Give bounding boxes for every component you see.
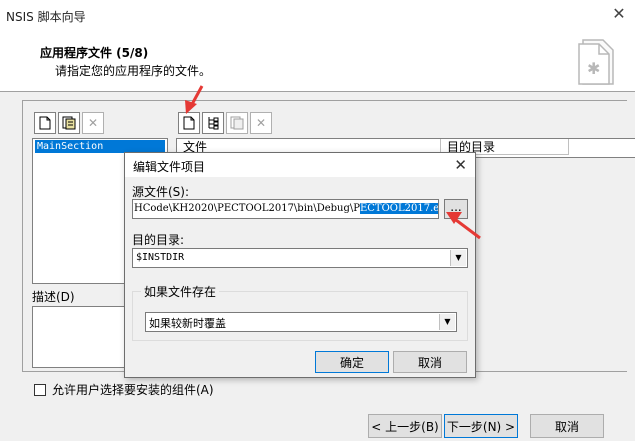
- source-path-text: HCode\KH2020\PECTOOL2017\bin\Debug\P: [134, 203, 360, 214]
- dialog-close-icon[interactable]: ✕: [454, 156, 467, 174]
- dialog-title: 编辑文件项目: [133, 160, 206, 174]
- close-icon[interactable]: ✕: [611, 6, 627, 22]
- new-section-icon[interactable]: [34, 112, 56, 134]
- if-file-exists-group: 如果文件存在 如果较新时覆盖 ▼: [132, 283, 468, 341]
- wizard-doc-icon: ✱: [578, 39, 614, 85]
- description-box: [32, 306, 128, 368]
- delete-icon[interactable]: ✕: [82, 112, 104, 134]
- source-file-input[interactable]: HCode\KH2020\PECTOOL2017\bin\Debug\PECTO…: [132, 199, 439, 219]
- edit-file-dialog: 编辑文件项目 ✕ 源文件(S): HCode\KH2020\PECTOOL201…: [124, 152, 476, 378]
- ok-button[interactable]: 确定: [315, 351, 389, 373]
- overwrite-combo[interactable]: 如果较新时覆盖 ▼: [145, 312, 457, 332]
- dialog-title-bar: 编辑文件项目 ✕: [125, 153, 475, 177]
- browse-button[interactable]: ...: [444, 199, 468, 219]
- window-title: NSIS 脚本向导: [6, 10, 86, 24]
- dialog-cancel-button[interactable]: 取消: [393, 351, 467, 373]
- chevron-down-icon[interactable]: ▼: [450, 250, 466, 266]
- description-label: 描述(D): [32, 290, 75, 304]
- svg-text:✱: ✱: [587, 59, 600, 78]
- back-button[interactable]: < 上一步(B): [368, 414, 442, 438]
- destination-label: 目的目录:: [132, 233, 185, 247]
- title-bar: NSIS 脚本向导 ✕: [0, 0, 635, 30]
- checkbox-box[interactable]: [34, 383, 46, 396]
- new-subsection-icon[interactable]: [58, 112, 80, 134]
- allow-select-checkbox[interactable]: 允许用户选择要安装的组件(A): [34, 381, 214, 398]
- add-directory-icon[interactable]: [202, 112, 224, 134]
- wizard-header: 应用程序文件 (5/8) 请指定您的应用程序的文件。 ✱: [0, 30, 635, 92]
- chevron-down-icon[interactable]: ▼: [439, 314, 455, 330]
- delete-file-icon[interactable]: ✕: [250, 112, 272, 134]
- overwrite-value: 如果较新时覆盖: [149, 317, 226, 330]
- destination-value: $INSTDIR: [136, 252, 185, 263]
- page-title: 应用程序文件 (5/8): [40, 46, 149, 60]
- group-label: 如果文件存在: [141, 283, 220, 300]
- add-file-icon[interactable]: [178, 112, 200, 134]
- source-path-selection: ECTOOL2017.exe: [359, 203, 438, 214]
- section-toolbar: ✕: [34, 112, 104, 134]
- cancel-button[interactable]: 取消: [530, 414, 604, 438]
- allow-select-label: 允许用户选择要安装的组件(A): [52, 383, 214, 397]
- file-toolbar: ✕: [178, 112, 272, 134]
- destination-combo[interactable]: $INSTDIR ▼: [132, 248, 468, 268]
- next-button[interactable]: 下一步(N) >: [444, 414, 518, 438]
- edit-icon[interactable]: [226, 112, 248, 134]
- source-file-label: 源文件(S):: [132, 185, 190, 199]
- page-subtitle: 请指定您的应用程序的文件。: [55, 64, 212, 78]
